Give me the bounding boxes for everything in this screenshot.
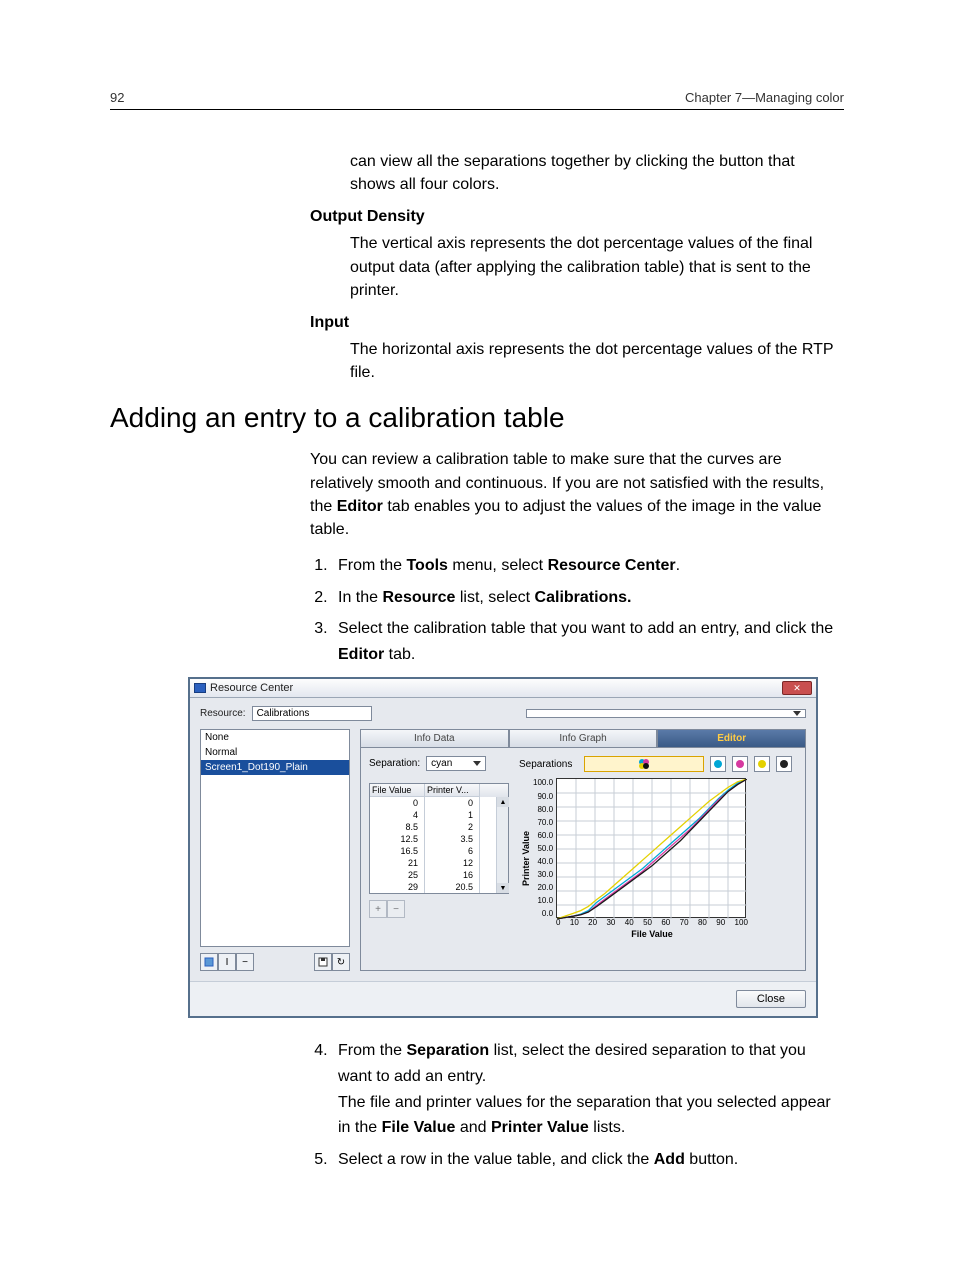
- section-title: Adding an entry to a calibration table: [110, 402, 844, 434]
- tab-editor[interactable]: Editor: [657, 729, 806, 748]
- chart-xticks: 0102030405060708090100: [556, 918, 748, 927]
- table-row[interactable]: 41: [370, 809, 496, 821]
- separation-label: Separation:: [369, 758, 420, 769]
- close-button[interactable]: Close: [736, 990, 806, 1008]
- resource-label: Resource:: [200, 708, 246, 719]
- intro-paragraph: can view all the separations together by…: [350, 150, 844, 196]
- step-4: From the Separation list, select the des…: [332, 1038, 844, 1140]
- chevron-down-icon: [793, 711, 801, 716]
- table-row[interactable]: 2112: [370, 857, 496, 869]
- section-paragraph: You can review a calibration table to ma…: [310, 448, 844, 541]
- table-row[interactable]: 00: [370, 797, 496, 809]
- import-button[interactable]: [200, 953, 218, 971]
- chart-ylabel: Printer Value: [519, 778, 533, 939]
- term-output-density-body: The vertical axis represents the dot per…: [350, 232, 844, 302]
- table-scrollbar[interactable]: ▲ ▼: [496, 797, 508, 893]
- resource-select-value: Calibrations: [257, 708, 310, 719]
- resource-center-dialog: Resource Center ✕ Resource: Calibrations…: [188, 677, 818, 1018]
- table-row[interactable]: 2920.5: [370, 881, 496, 893]
- page-header: 92 Chapter 7—Managing color: [110, 90, 844, 110]
- window-icon: [194, 683, 206, 693]
- chart-yticks: 100.090.080.070.060.050.040.030.020.010.…: [533, 778, 556, 918]
- sep-yellow-button[interactable]: [754, 756, 770, 772]
- value-table[interactable]: File Value Printer V... 00418.5212.53.51…: [369, 783, 509, 894]
- step-5: Select a row in the value table, and cli…: [332, 1147, 844, 1173]
- sep-magenta-button[interactable]: [732, 756, 748, 772]
- list-item[interactable]: None: [201, 730, 349, 745]
- resource-secondary-select[interactable]: [526, 709, 806, 718]
- sep-all-button[interactable]: [584, 756, 704, 772]
- term-output-density: Output Density: [310, 208, 844, 226]
- term-input-body: The horizontal axis represents the dot p…: [350, 338, 844, 384]
- table-row[interactable]: 12.53.5: [370, 833, 496, 845]
- step-3: Select the calibration table that you wa…: [332, 616, 844, 667]
- refresh-button[interactable]: ↻: [332, 953, 350, 971]
- step-2: In the Resource list, select Calibration…: [332, 585, 844, 611]
- calibration-chart: [556, 778, 746, 918]
- titlebar[interactable]: Resource Center ✕: [190, 679, 816, 698]
- chevron-down-icon: [473, 761, 481, 766]
- chapter-label: Chapter 7—Managing color: [685, 90, 844, 105]
- table-row[interactable]: 16.56: [370, 845, 496, 857]
- sep-black-button[interactable]: [776, 756, 792, 772]
- term-input: Input: [310, 314, 844, 332]
- tab-info-graph[interactable]: Info Graph: [509, 729, 658, 748]
- separation-value: cyan: [431, 758, 452, 769]
- yellow-dot-icon: [758, 760, 766, 768]
- delete-button[interactable]: −: [236, 953, 254, 971]
- col-printer-value[interactable]: Printer V...: [425, 784, 480, 797]
- cyan-dot-icon: [714, 760, 722, 768]
- magenta-dot-icon: [736, 760, 744, 768]
- col-file-value[interactable]: File Value: [370, 784, 425, 797]
- save-button[interactable]: [314, 953, 332, 971]
- page-number: 92: [110, 90, 124, 105]
- chart-xlabel: File Value: [556, 929, 748, 939]
- edit-button[interactable]: I: [218, 953, 236, 971]
- resource-select[interactable]: Calibrations: [252, 706, 372, 721]
- separation-select[interactable]: cyan: [426, 756, 486, 771]
- remove-entry-button[interactable]: −: [387, 900, 405, 918]
- list-item-selected[interactable]: Screen1_Dot190_Plain: [201, 760, 349, 775]
- separations-label: Separations: [519, 759, 572, 770]
- dialog-title: Resource Center: [210, 682, 293, 694]
- list-item[interactable]: Normal: [201, 745, 349, 760]
- tab-info-data[interactable]: Info Data: [360, 729, 509, 748]
- step-1: From the Tools menu, select Resource Cen…: [332, 553, 844, 579]
- calibration-list[interactable]: None Normal Screen1_Dot190_Plain: [200, 729, 350, 947]
- scroll-down-icon[interactable]: ▼: [497, 883, 509, 893]
- table-row[interactable]: 8.52: [370, 821, 496, 833]
- scroll-up-icon[interactable]: ▲: [497, 797, 509, 807]
- add-entry-button[interactable]: +: [369, 900, 387, 918]
- table-row[interactable]: 2516: [370, 869, 496, 881]
- sep-cyan-button[interactable]: [710, 756, 726, 772]
- close-icon[interactable]: ✕: [782, 681, 812, 695]
- black-dot-icon: [780, 760, 788, 768]
